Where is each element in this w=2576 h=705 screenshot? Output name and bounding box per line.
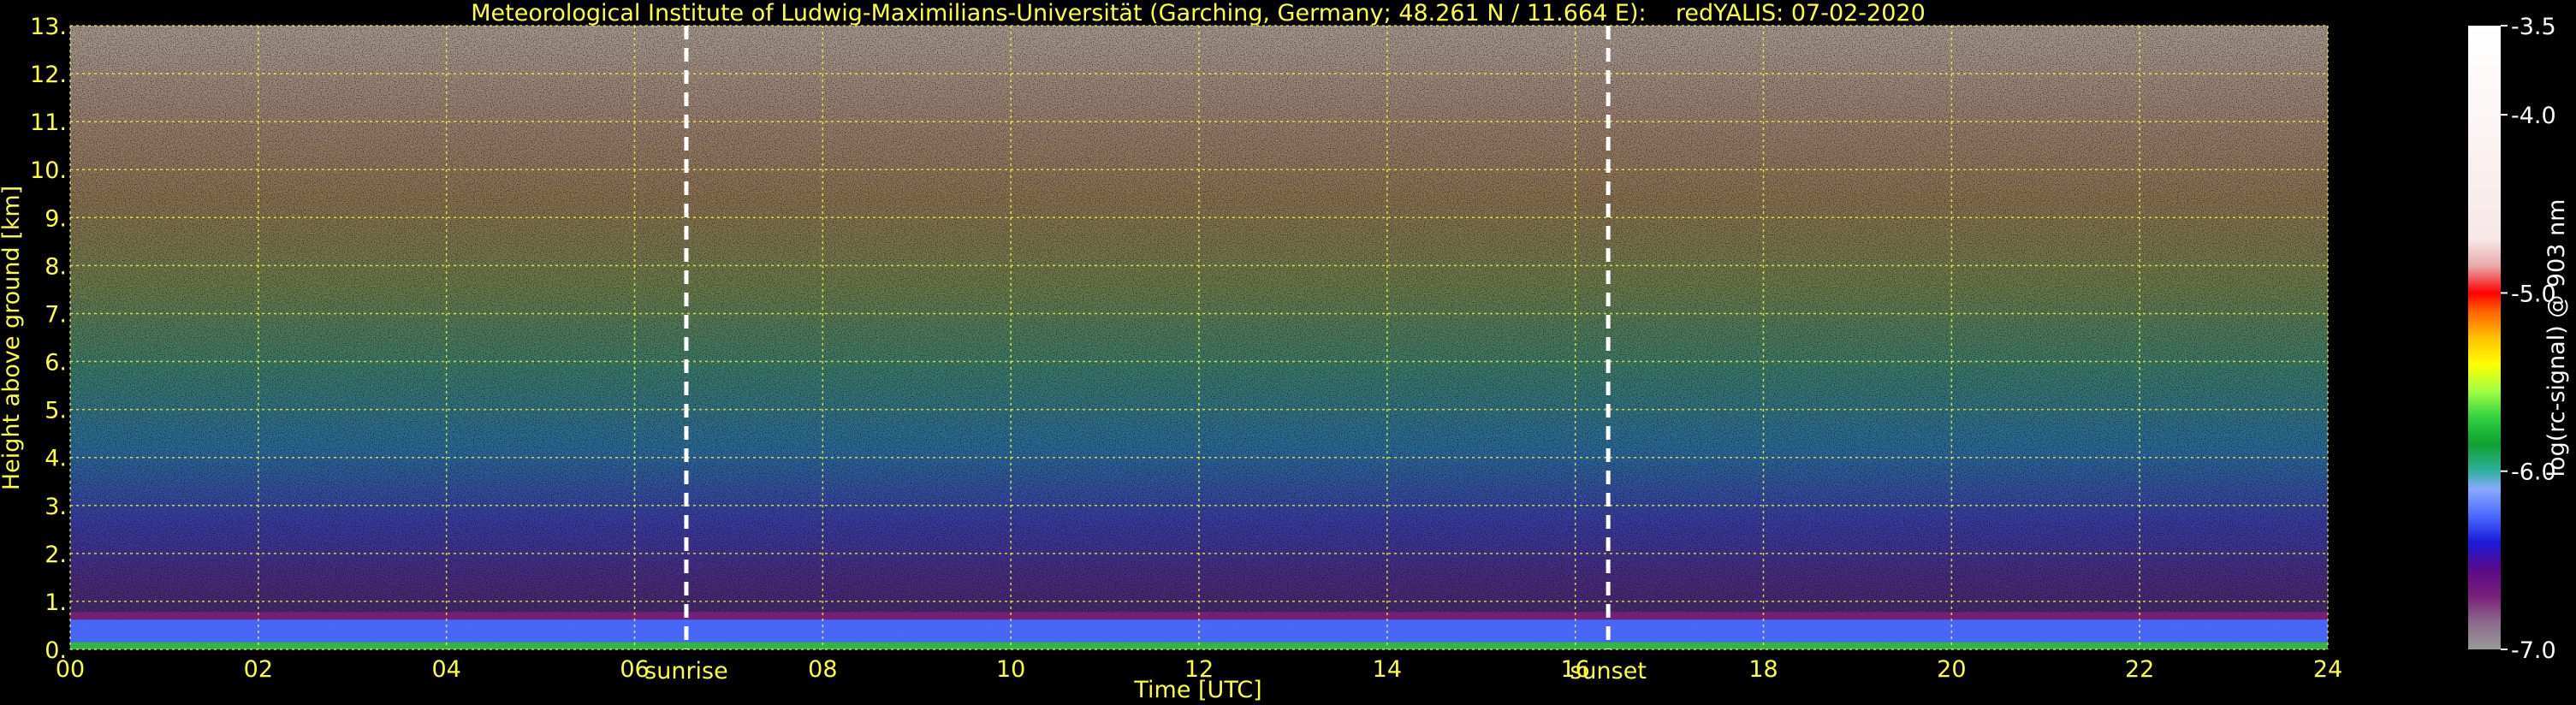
x-tick-label: 08 (808, 656, 837, 683)
y-tick-label: 2. (45, 542, 67, 568)
x-tick-label: 20 (1937, 656, 1966, 683)
x-tick-label: 14 (1373, 656, 1402, 683)
x-tick-label: 22 (2125, 656, 2154, 683)
x-tick-label: 02 (244, 656, 273, 683)
y-tick-label: 11. (30, 110, 67, 136)
colorbar-label: log(rc-signal) @ 903 nm (2543, 199, 2570, 477)
colorbar-tick-label: -4.0 (2511, 103, 2556, 129)
x-tick-label: 18 (1748, 656, 1778, 683)
x-tick-label: 04 (431, 656, 460, 683)
y-tick-label: 1. (45, 589, 67, 616)
sunrise-label: sunrise (644, 658, 728, 684)
colorbar: -7.0-6.0-5.0-4.0-3.5 log(rc-signal) @ 90… (2468, 14, 2570, 664)
y-tick-label: 0. (45, 637, 67, 664)
y-tick-label: 5. (45, 398, 67, 424)
x-tick-label: 10 (996, 656, 1025, 683)
y-axis-label: Height above ground [km] (0, 186, 25, 490)
chart-title: Meteorological Institute of Ludwig-Maxim… (471, 0, 1926, 27)
colorbar-scale (2468, 26, 2501, 649)
lidar-chart: 00 02 04 06 08 10 12 14 16 18 20 22 24 0.1.2.3.4.5.6… (0, 0, 2570, 703)
colorbar-tick-label: -7.0 (2511, 637, 2556, 664)
y-tick-label: 6. (45, 350, 67, 376)
x-axis-label: Time [UTC] (1133, 677, 1261, 703)
y-tick-label: 13. (30, 14, 67, 40)
y-tick-label: 3. (45, 494, 67, 520)
y-tick-label: 12. (30, 62, 67, 88)
y-tick-label: 10. (30, 157, 67, 184)
y-tick-label: 8. (45, 253, 67, 280)
y-tick-label: 7. (45, 301, 67, 328)
y-tick-label: 4. (45, 446, 67, 472)
sunset-label: sunset (1570, 658, 1647, 684)
plot-area (69, 25, 2329, 650)
y-axis-tick-labels: 0. 1. 2. 3. 4. 5. 6. 7. 8. 9. 10. 11. 12. 13. (30, 14, 67, 664)
x-tick-label: 24 (2313, 656, 2342, 683)
colorbar-tick-label: -3.5 (2511, 14, 2556, 40)
y-tick-label: 9. (45, 205, 67, 232)
